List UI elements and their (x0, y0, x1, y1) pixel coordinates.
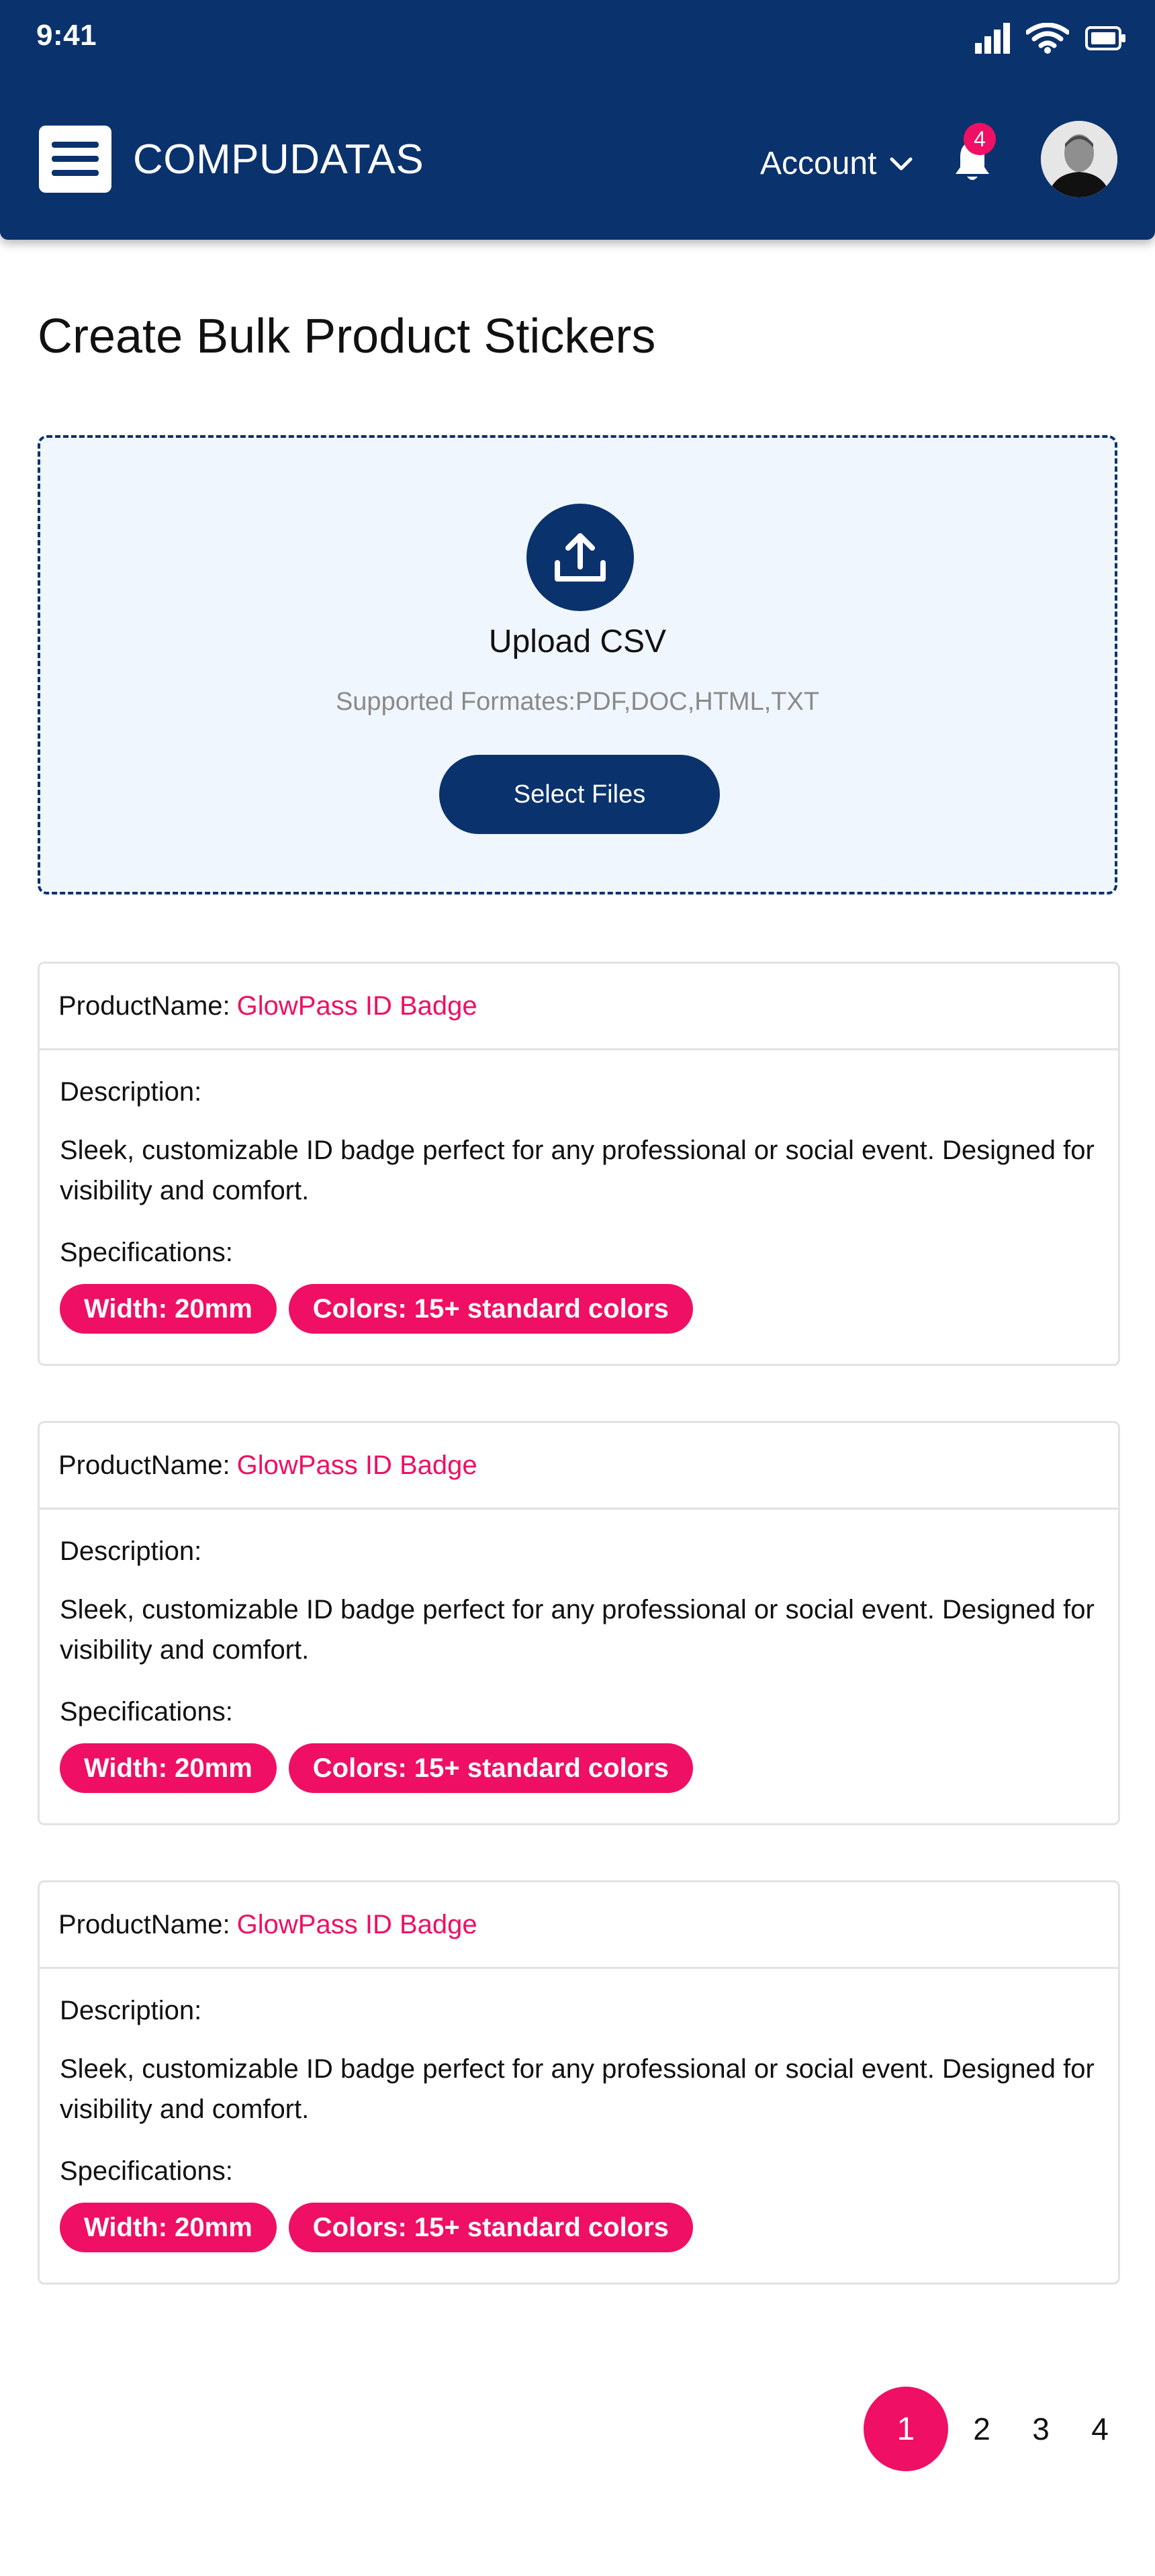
status-time: 9:41 (36, 19, 97, 52)
product-name: GlowPass ID Badge (236, 1450, 477, 1480)
brand-name: COMPUDATAS (133, 136, 424, 183)
spec-chips: Width: 20mm Colors: 15+ standard colors (60, 1284, 1098, 1334)
specifications-label: Specifications: (60, 1238, 233, 1267)
product-name: GlowPass ID Badge (236, 1909, 477, 1939)
notification-badge: 4 (964, 123, 996, 155)
upload-button-circle[interactable] (526, 504, 634, 611)
product-name: GlowPass ID Badge (236, 991, 477, 1021)
product-card-header: ProductName: GlowPass ID Badge (40, 1423, 1118, 1510)
product-name-label: ProductName: (58, 1909, 230, 1939)
product-name-label: ProductName: (58, 1450, 230, 1480)
page-1-button[interactable]: 1 (864, 2387, 948, 2471)
page-4-button[interactable]: 4 (1070, 2411, 1129, 2447)
upload-supported-formats: Supported Formates:PDF,DOC,HTML,TXT (335, 688, 820, 716)
page-2-button[interactable]: 2 (952, 2411, 1011, 2447)
specifications-label: Specifications: (60, 2156, 233, 2186)
specifications-label: Specifications: (60, 1697, 233, 1727)
product-card: ProductName: GlowPass ID Badge Descripti… (38, 1880, 1120, 2285)
account-dropdown[interactable]: Account (760, 145, 913, 182)
description-label: Description: (60, 1536, 202, 1566)
upload-title: Upload CSV (488, 624, 667, 659)
hamburger-menu-icon (52, 142, 99, 176)
product-card-header: ProductName: GlowPass ID Badge (40, 1882, 1118, 1969)
product-description: Sleek, customizable ID badge perfect for… (60, 2054, 1095, 2124)
app-header: 9:41 COMPUDATAS Account 4 (0, 0, 1155, 240)
spec-chip-colors: Colors: 15+ standard colors (288, 1743, 693, 1793)
chevron-down-icon (890, 157, 913, 170)
avatar[interactable] (1041, 121, 1117, 197)
description-label: Description: (60, 1996, 202, 2025)
product-description: Sleek, customizable ID badge perfect for… (60, 1136, 1095, 1205)
product-name-label: ProductName: (58, 991, 230, 1021)
page-title: Create Bulk Product Stickers (38, 310, 656, 363)
account-label: Account (760, 146, 877, 181)
spec-chip-width: Width: 20mm (60, 1284, 277, 1334)
spec-chip-width: Width: 20mm (60, 2203, 277, 2252)
user-photo (1041, 121, 1117, 197)
wifi-icon (1026, 23, 1069, 54)
description-label: Description: (60, 1077, 202, 1107)
spec-chips: Width: 20mm Colors: 15+ standard colors (60, 1743, 1098, 1793)
spec-chips: Width: 20mm Colors: 15+ standard colors (60, 2203, 1098, 2252)
product-card: ProductName: GlowPass ID Badge Descripti… (38, 1421, 1120, 1825)
menu-button[interactable] (39, 126, 111, 193)
spec-chip-colors: Colors: 15+ standard colors (288, 2203, 693, 2252)
status-icons (975, 23, 1127, 54)
upload-dropzone[interactable]: Upload CSV Supported Formates:PDF,DOC,HT… (38, 435, 1117, 894)
select-files-button[interactable]: Select Files (439, 755, 720, 834)
cellular-signal-icon (975, 23, 1010, 54)
battery-icon (1085, 26, 1125, 50)
product-card-header: ProductName: GlowPass ID Badge (40, 964, 1118, 1050)
product-description: Sleek, customizable ID badge perfect for… (60, 1595, 1095, 1665)
page-3-button[interactable]: 3 (1011, 2411, 1070, 2447)
product-card: ProductName: GlowPass ID Badge Descripti… (38, 962, 1120, 1366)
pagination: 1 2 3 4 (864, 2387, 1129, 2471)
spec-chip-width: Width: 20mm (60, 1743, 277, 1793)
upload-icon (555, 533, 606, 582)
spec-chip-colors: Colors: 15+ standard colors (288, 1284, 693, 1334)
